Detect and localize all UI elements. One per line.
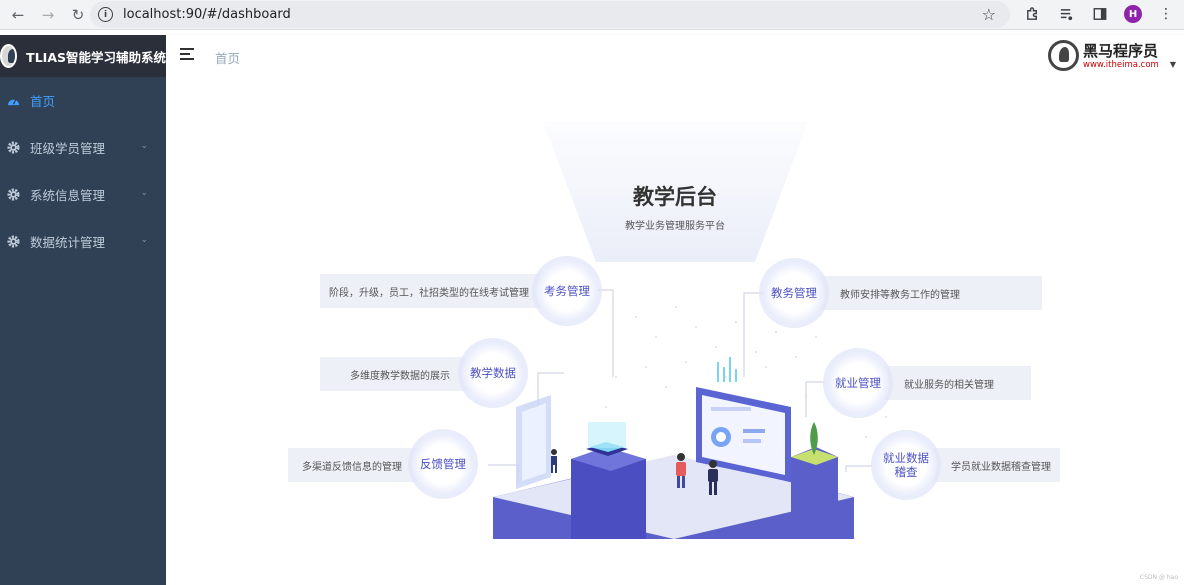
chevron-down-icon: ⌄ [140, 235, 148, 245]
logo-url: www.itheima.com [1083, 60, 1159, 70]
sidebar-item-home[interactable]: 首页 [0, 77, 166, 124]
gear-icon [6, 235, 20, 249]
module-desc-text: 多维度教学数据的展示 [350, 370, 450, 382]
hero-title: 教学后台 [633, 185, 717, 209]
watermark: CSDN @ hao [1139, 574, 1178, 581]
profile-avatar[interactable]: H [1124, 5, 1142, 23]
hero-subtitle: 教学业务管理服务平台 [625, 221, 725, 232]
module-desc-text: 学员就业数据稽查管理 [951, 461, 1051, 473]
breadcrumb[interactable]: 首页 [215, 48, 240, 67]
sidebar-item-label: 系统信息管理 [30, 188, 106, 203]
reload-icon[interactable]: ↻ [66, 3, 90, 27]
bookmark-star-icon[interactable]: ☆ [982, 5, 996, 24]
module-label: 就业管理 [835, 376, 881, 390]
gear-icon [6, 141, 20, 155]
browser-toolbar: ← → ↻ i localhost:90/#/dashboard ☆ H ⋮ [0, 0, 1184, 30]
module-bubble-employment-audit[interactable]: 就业数据 稽查 [875, 434, 937, 496]
side-panel-icon[interactable] [1090, 3, 1110, 25]
logo-name: 黑马程序员 [1083, 42, 1159, 60]
module-bubble-exam[interactable]: 考务管理 [536, 260, 598, 322]
caret-down-icon[interactable]: ▼ [1170, 60, 1176, 69]
module-desc-text: 就业服务的相关管理 [904, 379, 994, 391]
chevron-down-icon: ⌄ [140, 141, 148, 151]
chevron-down-icon: ⌄ [140, 188, 148, 198]
module-label: 教学数据 [470, 366, 516, 380]
gear-icon [6, 188, 20, 202]
address-bar[interactable]: i localhost:90/#/dashboard ☆ [90, 1, 1010, 28]
sidebar-item-label: 数据统计管理 [30, 235, 106, 250]
module-desc-exam: 阶段，升级，员工，社招类型的在线考试管理 [320, 274, 560, 308]
module-bubble-feedback[interactable]: 反馈管理 [412, 433, 474, 495]
back-icon[interactable]: ← [6, 3, 30, 27]
module-bubble-academic[interactable]: 教务管理 [763, 262, 825, 324]
isometric-illustration [488, 289, 927, 539]
module-desc-employment-audit: 学员就业数据稽查管理 [916, 448, 1060, 482]
url-text[interactable]: localhost:90/#/dashboard [123, 7, 291, 22]
sidebar-item-system-info[interactable]: 系统信息管理 ⌄ [0, 171, 166, 218]
sidebar: TLIAS智能学习辅助系统 首页 班级学员管理 ⌄ 系统信息管理 ⌄ 数据统计管… [0, 35, 166, 585]
forward-icon[interactable]: → [36, 3, 60, 27]
module-desc-academic: 教师安排等教务工作的管理 [806, 276, 1042, 310]
module-label: 就业数据 稽查 [883, 451, 929, 479]
sidebar-item-data-stats[interactable]: 数据统计管理 ⌄ [0, 218, 166, 265]
sidebar-item-class-student[interactable]: 班级学员管理 ⌄ [0, 124, 166, 171]
module-desc-text: 阶段，升级，员工，社招类型的在线考试管理 [329, 287, 529, 299]
module-desc-feedback: 多渠道反馈信息的管理 [288, 448, 428, 482]
media-control-icon[interactable] [1056, 3, 1076, 25]
module-label: 考务管理 [544, 284, 590, 298]
dashboard-icon [6, 94, 20, 108]
brand-title: TLIAS智能学习辅助系统 [26, 49, 166, 65]
brand: TLIAS智能学习辅助系统 [0, 35, 166, 77]
itheima-logo-icon [1048, 40, 1079, 71]
sidebar-item-label: 首页 [30, 94, 56, 109]
module-desc-text: 教师安排等教务工作的管理 [840, 289, 960, 301]
extensions-icon[interactable] [1022, 3, 1042, 25]
menu-toggle-icon[interactable] [180, 48, 194, 60]
top-header: 首页 黑马程序员 www.itheima.com ▼ [166, 35, 1184, 77]
module-bubble-employment[interactable]: 就业管理 [827, 352, 889, 414]
module-label: 教务管理 [771, 286, 817, 300]
site-info-icon[interactable]: i [98, 7, 113, 22]
module-label: 反馈管理 [420, 457, 466, 471]
dashboard-main: 教学后台 教学业务管理服务平台 阶段，升级，员工，社招类型的在线考试管理 多维度… [166, 77, 1184, 585]
sidebar-item-label: 班级学员管理 [30, 141, 106, 156]
brand-logo-icon [0, 44, 18, 68]
user-dropdown[interactable]: 黑马程序员 www.itheima.com [1048, 38, 1159, 74]
module-desc-text: 多渠道反馈信息的管理 [302, 461, 402, 473]
module-desc-employment: 就业服务的相关管理 [874, 366, 1031, 400]
more-menu-icon[interactable]: ⋮ [1156, 3, 1176, 25]
module-bubble-teaching-data[interactable]: 教学数据 [462, 342, 524, 404]
